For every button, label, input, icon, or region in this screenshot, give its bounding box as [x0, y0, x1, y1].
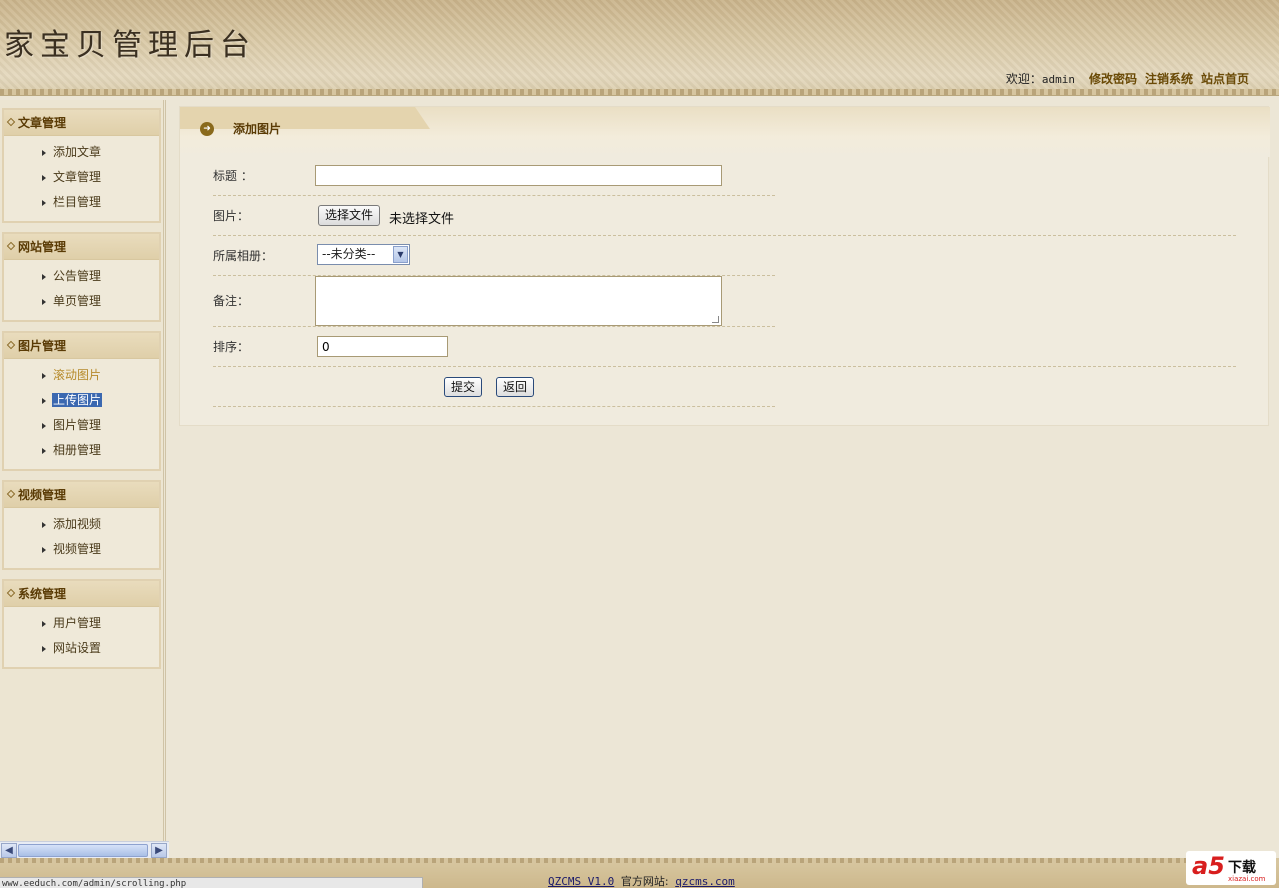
order-label: 排序： [213, 340, 250, 354]
welcome-label: 欢迎： [1005, 72, 1042, 86]
title-input[interactable] [315, 165, 722, 186]
sidebar-item-add-article[interactable]: 添加文章 [4, 140, 159, 165]
note-textarea[interactable] [315, 276, 722, 326]
sidebar-item-page-manage[interactable]: 单页管理 [4, 289, 159, 314]
album-selected-value: --未分类-- [322, 247, 376, 261]
menu-group-title[interactable]: 视频管理 [4, 482, 159, 508]
menu-group-title[interactable]: 图片管理 [4, 333, 159, 359]
menu-group-articles: 文章管理 添加文章 文章管理 栏目管理 [2, 108, 161, 223]
watermark-download: 下载 [1228, 860, 1256, 876]
top-user-links: 欢迎：admin 修改密码 注销系统 站点首页 [1006, 70, 1249, 87]
watermark-site: xiazai.com [1228, 875, 1266, 883]
menu-group-title[interactable]: 文章管理 [4, 110, 159, 136]
submit-button[interactable]: 提交 [444, 377, 483, 397]
sidebar-item-album-manage[interactable]: 相册管理 [4, 438, 159, 463]
form-row-actions: 提交 返回 [213, 367, 775, 407]
sidebar: 文章管理 添加文章 文章管理 栏目管理 网站管理 公告管理 单页管理 图片管理 … [0, 100, 166, 841]
product-link[interactable]: QZCMS V1.0 [548, 875, 614, 888]
sidebar-item-column-manage[interactable]: 栏目管理 [4, 190, 159, 215]
album-label: 所属相册： [213, 249, 274, 263]
sidebar-item-scroll-images[interactable]: 滚动图片 [4, 363, 159, 388]
menu-group-images: 图片管理 滚动图片 上传图片 图片管理 相册管理 [2, 331, 161, 471]
footer-copyright: QZCMS V1.0 官方网站: qzcms.com [548, 873, 735, 888]
form-row-note: 备注： [213, 276, 775, 327]
image-label: 图片： [213, 209, 250, 223]
main-panel: ➜ 添加图片 标题 ： 图片： 选择文件 未选择文件 所属相册： --未分类--… [179, 106, 1270, 426]
watermark-logo: a5 下载 xiazai.com [1186, 851, 1276, 885]
scroll-left-icon[interactable]: ◀ [1, 843, 17, 858]
sidebar-item-video-manage[interactable]: 视频管理 [4, 537, 159, 562]
username: admin [1041, 73, 1075, 86]
diamond-icon [6, 340, 16, 350]
scroll-right-icon[interactable]: ▶ [151, 843, 167, 858]
back-button[interactable]: 返回 [496, 377, 535, 397]
sidebar-item-article-manage[interactable]: 文章管理 [4, 165, 159, 190]
menu-group-videos: 视频管理 添加视频 视频管理 [2, 480, 161, 570]
status-bar-url: www.eeduch.com/admin/scrolling.php [0, 877, 423, 888]
chevron-down-icon: ▼ [393, 246, 408, 263]
sidebar-item-image-manage[interactable]: 图片管理 [4, 413, 159, 438]
site-logo-title: 家宝贝管理后台 [4, 28, 256, 63]
file-status-text: 未选择文件 [389, 212, 455, 227]
diamond-icon [6, 489, 16, 499]
diamond-icon [6, 588, 16, 598]
sidebar-item-site-settings[interactable]: 网站设置 [4, 636, 159, 661]
choose-file-button[interactable]: 选择文件 [318, 205, 381, 226]
top-header: 家宝贝管理后台 欢迎：admin 修改密码 注销系统 站点首页 [0, 0, 1279, 96]
official-site-label: 官方网站: [620, 875, 669, 888]
scrollbar-thumb[interactable] [18, 844, 148, 857]
form-row-image: 图片： 选择文件 未选择文件 [213, 196, 1236, 236]
form-row-order: 排序： [213, 327, 1236, 367]
sidebar-item-notice-manage[interactable]: 公告管理 [4, 264, 159, 289]
menu-group-system: 系统管理 用户管理 网站设置 [2, 579, 161, 669]
sidebar-item-upload-images[interactable]: 上传图片 [4, 388, 159, 413]
panel-title: 添加图片 [233, 122, 282, 136]
menu-group-title[interactable]: 网站管理 [4, 234, 159, 260]
sidebar-horizontal-scrollbar[interactable]: ◀ ▶ [0, 841, 169, 858]
diamond-icon [6, 117, 16, 127]
official-site-link[interactable]: qzcms.com [675, 875, 735, 888]
arrow-circle-icon: ➜ [200, 122, 214, 136]
album-select[interactable]: --未分类-- ▼ [317, 244, 410, 265]
form-row-title: 标题 ： [213, 156, 775, 196]
site-home-link[interactable]: 站点首页 [1201, 72, 1249, 86]
logout-link[interactable]: 注销系统 [1145, 72, 1193, 86]
change-password-link[interactable]: 修改密码 [1089, 72, 1137, 86]
sidebar-item-user-manage[interactable]: 用户管理 [4, 611, 159, 636]
diamond-icon [6, 241, 16, 251]
panel-header: ➜ 添加图片 [180, 107, 1270, 157]
note-label: 备注： [213, 294, 250, 308]
watermark-brand: a5 [1192, 852, 1225, 880]
form-row-album: 所属相册： --未分类-- ▼ [213, 236, 775, 276]
order-input[interactable] [317, 336, 448, 357]
sidebar-item-add-video[interactable]: 添加视频 [4, 512, 159, 537]
menu-group-website: 网站管理 公告管理 单页管理 [2, 232, 161, 322]
menu-group-title[interactable]: 系统管理 [4, 581, 159, 607]
title-label: 标题 ： [213, 169, 253, 183]
